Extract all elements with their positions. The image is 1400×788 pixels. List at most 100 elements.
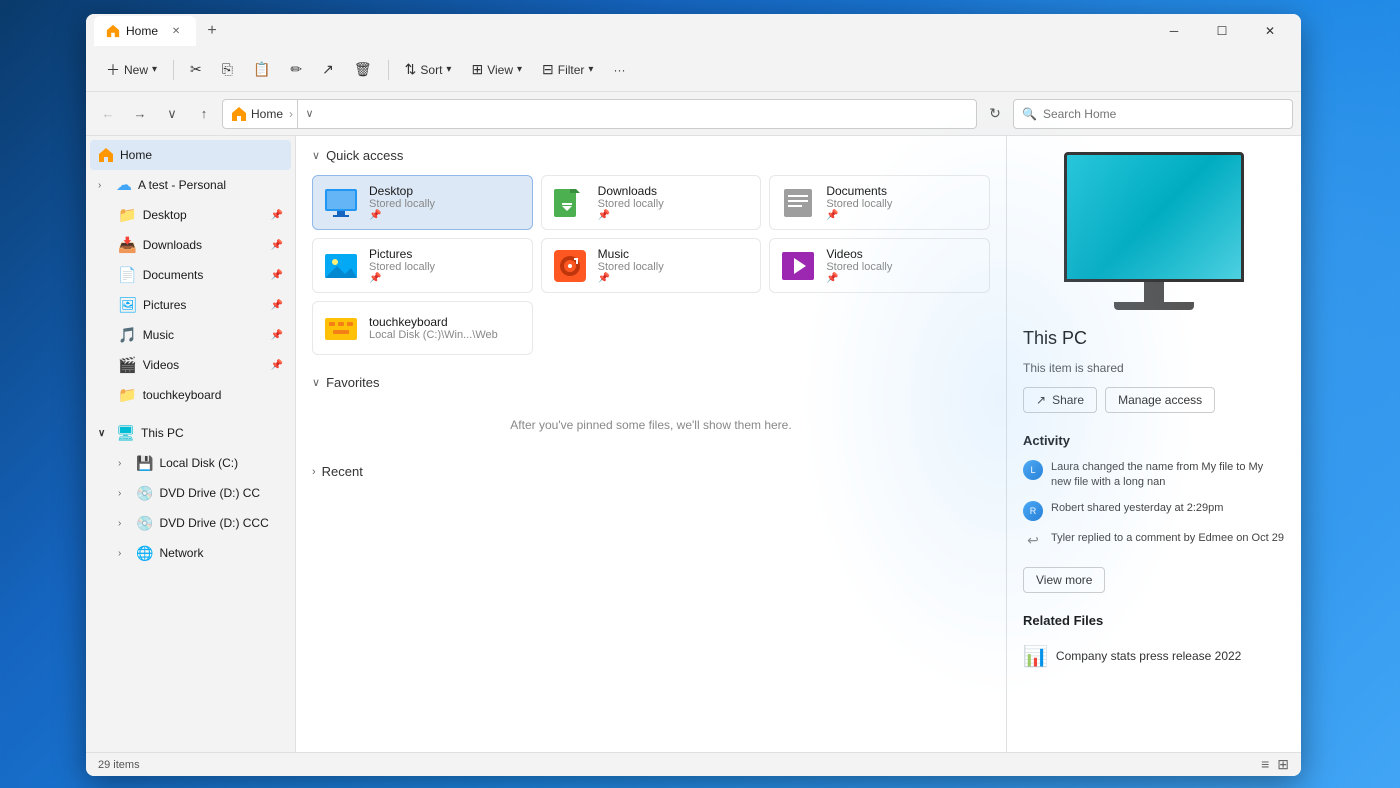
favorites-header[interactable]: ∨ Favorites <box>312 375 990 390</box>
sidebar-item-desktop[interactable]: 📁 Desktop 📌 <box>110 200 291 230</box>
folder-card-desktop[interactable]: Desktop Stored locally 📌 <box>312 175 533 230</box>
cut-button[interactable]: ✂ <box>182 54 210 86</box>
activity-title: Activity <box>1023 433 1285 448</box>
share-toolbar-button[interactable]: ↗ <box>314 54 342 86</box>
sidebar-item-music[interactable]: 🎵 Music 📌 <box>110 320 291 350</box>
up-button[interactable]: ↑ <box>190 100 218 128</box>
related-file-icon: 📊 <box>1023 644 1048 669</box>
videos-card-icon <box>780 248 816 284</box>
pin-icon-music: 📌 <box>271 330 283 341</box>
folder-card-pictures[interactable]: Pictures Stored locally 📌 <box>312 238 533 293</box>
recent-locations-button[interactable]: ∨ <box>158 100 186 128</box>
folder-card-touchkeyboard[interactable]: touchkeyboard Local Disk (C:)\Win...\Web <box>312 301 533 355</box>
address-input[interactable]: Home › ∨ <box>222 99 977 129</box>
toolbar: ＋ New ▾ ✂ ⎘ 📋 ✏ ↗ 🗑 ⇅ Sort <box>86 48 1301 92</box>
refresh-button[interactable]: ↻ <box>981 100 1009 128</box>
sidebar-item-atest[interactable]: › ☁ A test - Personal <box>90 170 291 200</box>
documents-card-icon <box>780 185 816 221</box>
sidebar-item-localdisk[interactable]: › 💾 Local Disk (C:) <box>110 448 291 478</box>
copy-icon: ⎘ <box>222 61 233 78</box>
delete-button[interactable]: 🗑 <box>346 54 380 86</box>
search-icon: 🔍 <box>1022 107 1037 121</box>
maximize-button[interactable]: ☐ <box>1199 15 1245 47</box>
documents-pin: 📌 <box>826 210 892 221</box>
sidebar-item-dvd1[interactable]: › 💿 DVD Drive (D:) CC <box>110 478 291 508</box>
recent-header[interactable]: › Recent <box>312 464 990 479</box>
home-tab[interactable]: Home ✕ <box>94 16 196 46</box>
new-icon: ＋ <box>106 60 120 80</box>
activity-list: L Laura changed the name from My file to… <box>1023 460 1285 551</box>
search-input[interactable] <box>1043 107 1284 121</box>
minimize-button[interactable]: ─ <box>1151 15 1197 47</box>
sidebar-item-touchkeyboard[interactable]: 📁 touchkeyboard <box>110 380 291 410</box>
view-more-button[interactable]: View more <box>1023 567 1105 593</box>
sidebar-item-network[interactable]: › 🌐 Network <box>110 538 291 568</box>
status-bar: 29 items ≡ ⊞ <box>86 752 1301 776</box>
panel-title: This PC <box>1023 328 1285 349</box>
folder-card-music[interactable]: Music Stored locally 📌 <box>541 238 762 293</box>
filter-button[interactable]: ⊟ Filter ▾ <box>534 54 601 86</box>
more-button[interactable]: ··· <box>605 54 633 86</box>
localdisk-icon: 💾 <box>136 455 153 472</box>
downloads-pin: 📌 <box>598 210 664 221</box>
activity-item-1: R Robert shared yesterday at 2:29pm <box>1023 501 1285 521</box>
items-count: 29 items <box>98 759 140 771</box>
recent-chevron: › <box>312 466 316 478</box>
favorites-empty-message: After you've pinned some files, we'll sh… <box>312 402 990 448</box>
sort-icon: ⇅ <box>405 61 417 78</box>
sidebar: Home › ☁ A test - Personal 📁 Desktop 📌 📥… <box>86 136 296 752</box>
grid-view-toggle[interactable]: ⊞ <box>1277 756 1289 773</box>
sidebar-item-videos[interactable]: 🎬 Videos 📌 <box>110 350 291 380</box>
expand-icon-atest: › <box>98 180 110 191</box>
paste-button[interactable]: 📋 <box>245 54 278 86</box>
activity-avatar-0: L <box>1023 460 1043 480</box>
folder-card-videos[interactable]: Videos Stored locally 📌 <box>769 238 990 293</box>
manage-access-button[interactable]: Manage access <box>1105 387 1215 413</box>
favorites-chevron: ∨ <box>312 376 320 389</box>
rename-button[interactable]: ✏ <box>282 54 310 86</box>
folder-card-downloads[interactable]: Downloads Stored locally 📌 <box>541 175 762 230</box>
address-chevron-button[interactable]: ∨ <box>297 99 321 129</box>
sidebar-pinned-list: 📁 Desktop 📌 📥 Downloads 📌 📄 Documents 📌 … <box>86 200 295 410</box>
sidebar-item-pictures[interactable]: 🖼 Pictures 📌 <box>110 290 291 320</box>
new-button[interactable]: ＋ New ▾ <box>98 54 165 86</box>
share-panel-icon: ↗ <box>1036 393 1046 407</box>
pin-icon-downloads: 📌 <box>271 240 283 251</box>
sidebar-item-thispc[interactable]: ∨ 🖥 This PC <box>90 418 291 448</box>
videos-pin: 📌 <box>826 273 892 284</box>
related-file-0[interactable]: 📊 Company stats press release 2022 <box>1023 640 1285 673</box>
sidebar-item-home[interactable]: Home <box>90 140 291 170</box>
panel-preview <box>1023 152 1285 312</box>
pin-icon-documents: 📌 <box>271 270 283 281</box>
activity-avatar-2: ↩ <box>1023 531 1043 551</box>
copy-button[interactable]: ⎘ <box>214 54 241 86</box>
toolbar-separator-2 <box>388 60 389 80</box>
list-view-toggle[interactable]: ≡ <box>1261 756 1269 773</box>
expand-icon-dvd1: › <box>118 488 130 499</box>
quick-access-header[interactable]: ∨ Quick access <box>312 148 990 163</box>
tab-close-button[interactable]: ✕ <box>168 23 184 39</box>
sidebar-item-downloads[interactable]: 📥 Downloads 📌 <box>110 230 291 260</box>
downloads-folder-icon: 📥 <box>118 236 137 254</box>
expand-icon-thispc: ∨ <box>98 428 110 439</box>
pictures-folder-icon: 🖼 <box>118 296 137 314</box>
sort-button[interactable]: ⇅ Sort ▾ <box>397 54 460 86</box>
desktop-pin: 📌 <box>369 210 435 221</box>
panel-shared-label: This item is shared <box>1023 361 1285 375</box>
paste-icon: 📋 <box>253 61 270 78</box>
sidebar-item-dvd2[interactable]: › 💿 DVD Drive (D:) CCC <box>110 508 291 538</box>
rename-icon: ✏ <box>290 61 302 78</box>
home-tab-icon <box>106 24 120 38</box>
share-toolbar-icon: ↗ <box>322 61 334 78</box>
sidebar-item-documents[interactable]: 📄 Documents 📌 <box>110 260 291 290</box>
status-right: ≡ ⊞ <box>1261 756 1289 773</box>
back-button[interactable]: ← <box>94 100 122 128</box>
forward-button[interactable]: → <box>126 100 154 128</box>
music-card-icon <box>552 248 588 284</box>
new-tab-button[interactable]: + <box>198 17 226 45</box>
share-panel-button[interactable]: ↗ Share <box>1023 387 1097 413</box>
view-button[interactable]: ⊞ View ▾ <box>463 54 530 86</box>
folder-card-documents[interactable]: Documents Stored locally 📌 <box>769 175 990 230</box>
close-button[interactable]: ✕ <box>1247 15 1293 47</box>
right-panel: This PC This item is shared ↗ Share Mana… <box>1006 136 1301 752</box>
